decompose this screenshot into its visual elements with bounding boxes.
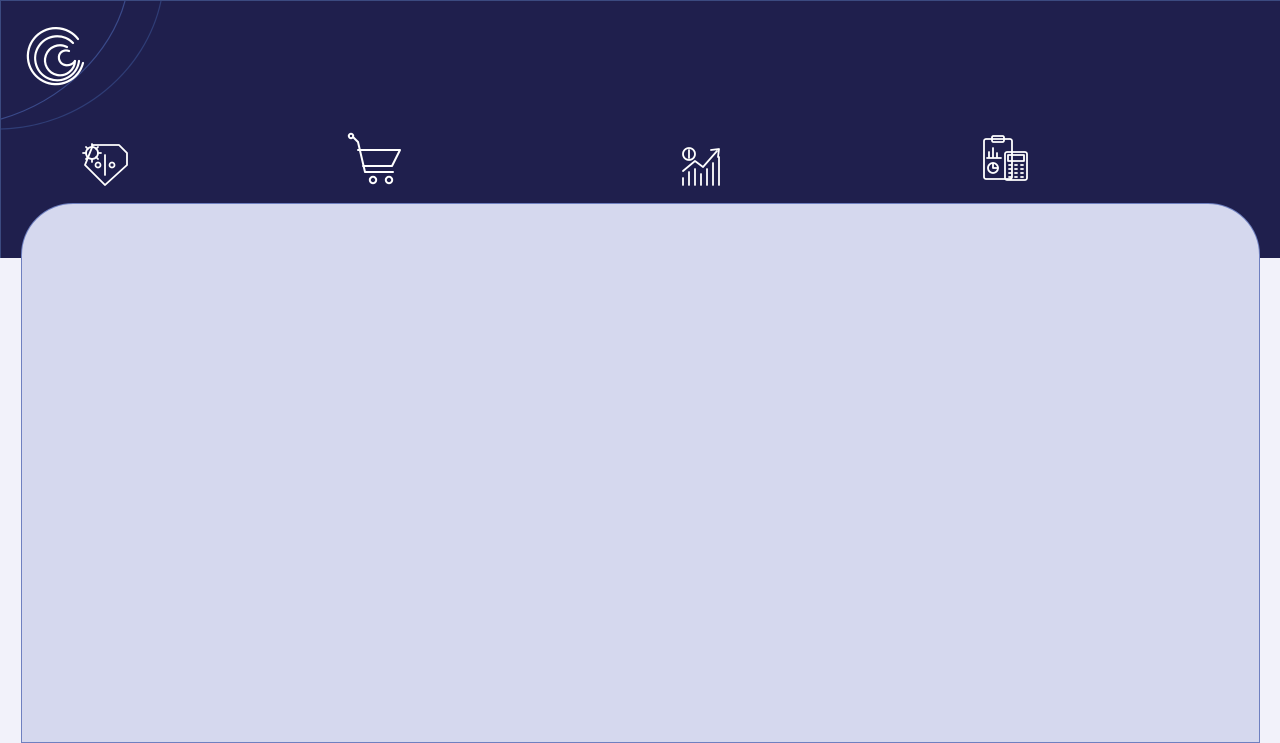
pricing-tag-icon[interactable] — [79, 137, 131, 189]
main-content-panel — [21, 203, 1260, 743]
growth-chart-icon[interactable] — [679, 145, 729, 187]
shopping-cart-icon[interactable] — [347, 132, 403, 188]
brand-logo-icon[interactable] — [23, 23, 89, 89]
clipboard-calculator-icon[interactable] — [981, 134, 1031, 184]
